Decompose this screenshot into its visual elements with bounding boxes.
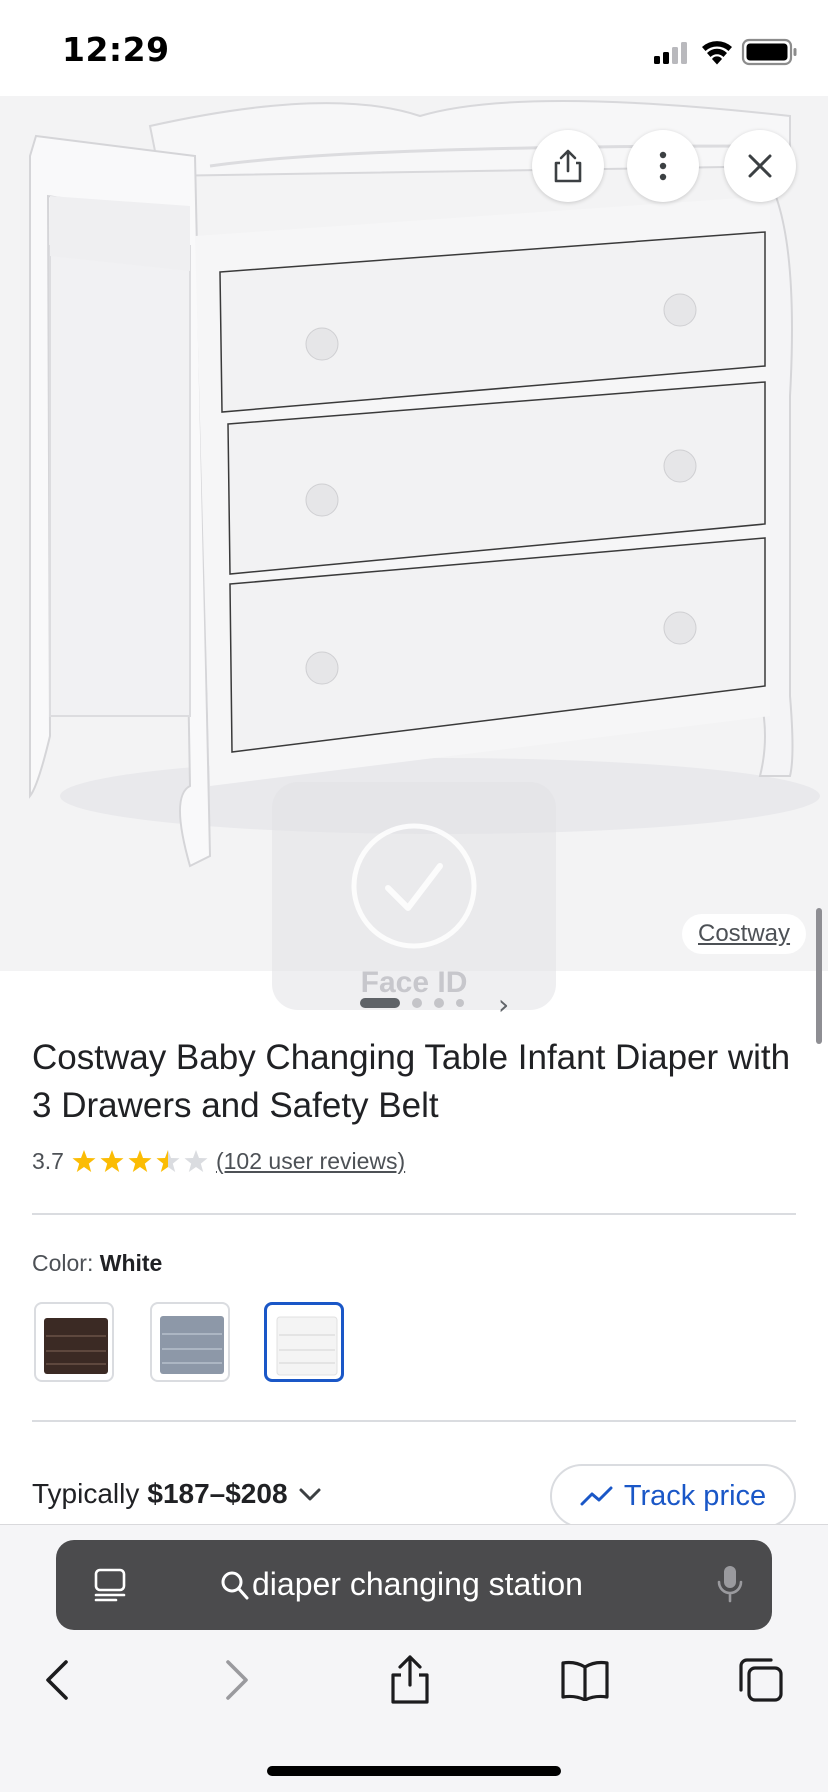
status-icons (628, 0, 828, 96)
color-value: White (99, 1250, 163, 1276)
back-button[interactable] (22, 1650, 92, 1710)
dresser-thumbnail (44, 1318, 108, 1374)
scrollbar[interactable] (816, 908, 822, 1044)
reviews-link[interactable]: (102 user reviews) (216, 1148, 405, 1175)
share-icon (391, 1655, 429, 1704)
chevron-right-icon[interactable]: › (498, 988, 509, 1021)
rating-row: 3.7 (102 user reviews) (32, 1146, 405, 1176)
product-title: Costway Baby Changing Table Infant Diape… (32, 1038, 791, 1125)
color-swatch-gray[interactable] (150, 1302, 230, 1382)
carousel-dots[interactable] (360, 996, 480, 1010)
status-bar: 12:29 (0, 0, 828, 96)
star-icons (72, 1150, 208, 1172)
microphone-icon[interactable] (716, 1564, 744, 1604)
share-icon (554, 149, 582, 183)
price-label: Typically (32, 1478, 140, 1509)
wifi-icon (702, 41, 732, 65)
divider (32, 1420, 796, 1422)
home-indicator[interactable] (267, 1766, 561, 1776)
face-id-label: Face ID (360, 966, 468, 999)
dresser-thumbnail (276, 1316, 338, 1376)
rating-value: 3.7 (32, 1147, 64, 1174)
battery-icon (741, 38, 797, 66)
price-dropdown[interactable]: Typically $187–$208 (32, 1478, 324, 1510)
more-options-button[interactable] (627, 130, 699, 202)
back-icon (46, 1660, 68, 1700)
share-page-button[interactable] (375, 1650, 445, 1710)
face-id-overlay: Face ID (272, 782, 556, 1010)
trending-icon (580, 1486, 613, 1506)
carousel-dot[interactable] (456, 999, 464, 1007)
dresser-thumbnail (160, 1316, 224, 1374)
address-bar[interactable]: diaper changing station (56, 1540, 772, 1630)
color-label-row: Color: White (32, 1250, 162, 1277)
color-swatch-white[interactable] (264, 1302, 344, 1382)
forward-button[interactable] (202, 1650, 272, 1710)
share-button[interactable] (532, 130, 604, 202)
brand-link[interactable]: Costway (682, 914, 807, 954)
carousel-dot[interactable] (360, 998, 400, 1008)
track-price-button[interactable]: Track price (550, 1464, 796, 1528)
address-text: diaper changing station (252, 1566, 583, 1602)
color-swatch-espresso[interactable] (34, 1302, 114, 1382)
chevron-down-icon (299, 1488, 321, 1501)
status-time: 12:29 (62, 30, 170, 69)
star-rating (72, 1148, 208, 1174)
close-icon (748, 154, 772, 178)
carousel-dot[interactable] (434, 998, 444, 1008)
close-button[interactable] (724, 130, 796, 202)
tabs-icon (739, 1658, 783, 1702)
search-icon (221, 1571, 249, 1600)
price-range: $187–$208 (147, 1478, 288, 1509)
bookmarks-icon (561, 1660, 609, 1701)
color-label: Color: (32, 1250, 94, 1276)
signal-icon (654, 42, 687, 64)
forward-icon (226, 1660, 248, 1700)
carousel-dot[interactable] (412, 998, 422, 1008)
track-price-label: Track price (623, 1479, 767, 1512)
divider (32, 1213, 796, 1215)
more-vert-icon (659, 151, 667, 181)
bookmarks-button[interactable] (550, 1650, 620, 1710)
tabs-button[interactable] (726, 1650, 796, 1710)
checkmark-icon (351, 823, 477, 949)
tab-overview-icon[interactable] (92, 1567, 128, 1603)
